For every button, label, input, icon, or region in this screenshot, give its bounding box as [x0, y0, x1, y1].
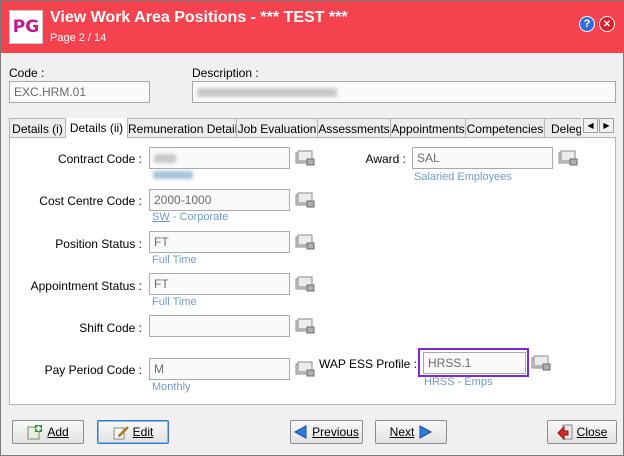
award-lookup-icon[interactable] — [558, 150, 580, 166]
description-label: Description : — [192, 66, 259, 80]
window: PG View Work Area Positions - *** TEST *… — [0, 0, 624, 456]
award-description: Salaried Employees — [414, 171, 512, 183]
highlight-box — [418, 348, 529, 377]
tab-assessments[interactable]: Assessments — [317, 118, 391, 138]
next-button[interactable]: Next — [375, 420, 447, 444]
wap-ess-profile-description: HRSS - Emps — [424, 376, 493, 388]
close-button-label: Close — [576, 425, 608, 439]
tab-competencies[interactable]: Competencies — [465, 118, 545, 138]
contract-code-desc-redacted — [153, 171, 193, 179]
contract-code-field[interactable] — [149, 147, 290, 169]
next-button-label: Next — [389, 425, 415, 439]
contract-code-label: Contract Code : — [57, 152, 142, 166]
pay-period-code-label: Pay Period Code : — [44, 363, 142, 377]
position-status-lookup-icon[interactable] — [295, 234, 317, 250]
previous-button-label: Previous — [312, 425, 359, 439]
contract-code-lookup-icon[interactable] — [295, 150, 317, 166]
page-indicator: Page 2 / 14 — [50, 32, 107, 44]
window-title: View Work Area Positions - *** TEST *** — [50, 9, 348, 26]
cost-centre-lookup-icon[interactable] — [295, 192, 317, 208]
appointment-status-description: Full Time — [152, 296, 197, 308]
edit-icon — [113, 426, 129, 440]
cost-centre-code-label: Cost Centre Code : — [39, 194, 142, 208]
app-logo: PG — [9, 10, 43, 44]
close-icon[interactable]: ✕ — [599, 16, 615, 32]
tab-scroll-left-icon[interactable]: ◀ — [583, 118, 598, 133]
cost-centre-desc-text: - Corporate — [169, 211, 229, 223]
appointment-status-lookup-icon[interactable] — [295, 276, 317, 292]
tab-delegations[interactable]: Delega — [544, 118, 581, 138]
tab-remuneration-details[interactable]: Remuneration Details — [127, 118, 243, 138]
add-button[interactable]: Add — [12, 420, 84, 444]
tab-details-i[interactable]: Details (i) — [9, 118, 66, 138]
redacted-text — [154, 154, 176, 164]
position-status-description: Full Time — [152, 254, 197, 266]
add-button-label: Add — [47, 425, 69, 439]
position-status-field[interactable]: FT — [149, 231, 290, 253]
tab-appointments[interactable]: Appointments — [390, 118, 466, 138]
shift-code-field[interactable] — [149, 315, 290, 337]
arrow-right-icon — [419, 425, 433, 439]
shift-code-label: Shift Code : — [79, 321, 142, 335]
title-bar: PG View Work Area Positions - *** TEST *… — [1, 1, 623, 53]
logo-text: PG — [12, 17, 40, 37]
tab-scroll-right-icon[interactable]: ▶ — [599, 118, 614, 133]
appointment-status-field[interactable]: FT — [149, 273, 290, 295]
description-field[interactable] — [192, 81, 616, 103]
cost-centre-desc-code: SW — [152, 211, 170, 223]
pay-period-lookup-icon[interactable] — [295, 361, 317, 377]
edit-button[interactable]: Edit — [97, 420, 169, 444]
previous-button[interactable]: Previous — [290, 420, 363, 444]
appointment-status-label: Appointment Status : — [30, 279, 142, 293]
wap-ess-profile-label: WAP ESS Profile : — [318, 357, 417, 371]
pay-period-code-field[interactable]: M — [149, 358, 290, 380]
tab-details-ii[interactable]: Details (ii) — [65, 118, 128, 138]
shift-code-lookup-icon[interactable] — [295, 318, 317, 334]
code-label: Code : — [9, 66, 45, 80]
tab-strip: Details (i) Details (ii) Remuneration De… — [9, 118, 581, 138]
close-button[interactable]: Close — [547, 420, 617, 444]
cost-centre-code-field[interactable]: 2000-1000 — [149, 189, 290, 211]
redacted-text — [197, 88, 337, 98]
position-status-label: Position Status : — [55, 237, 142, 251]
edit-button-label: Edit — [132, 425, 154, 439]
code-field[interactable]: EXC.HRM.01 — [9, 81, 150, 103]
cost-centre-description: SW - Corporate — [152, 211, 228, 223]
tab-job-evaluation[interactable]: Job Evaluation — [236, 118, 318, 138]
award-field[interactable]: SAL — [412, 147, 553, 169]
pay-period-description: Monthly — [152, 381, 191, 393]
add-icon — [27, 425, 43, 440]
arrow-left-icon — [294, 425, 307, 439]
award-label: Award : — [365, 152, 406, 166]
close-door-icon — [556, 424, 573, 440]
wap-ess-profile-lookup-icon[interactable] — [531, 355, 553, 371]
help-icon[interactable]: ? — [579, 16, 595, 32]
